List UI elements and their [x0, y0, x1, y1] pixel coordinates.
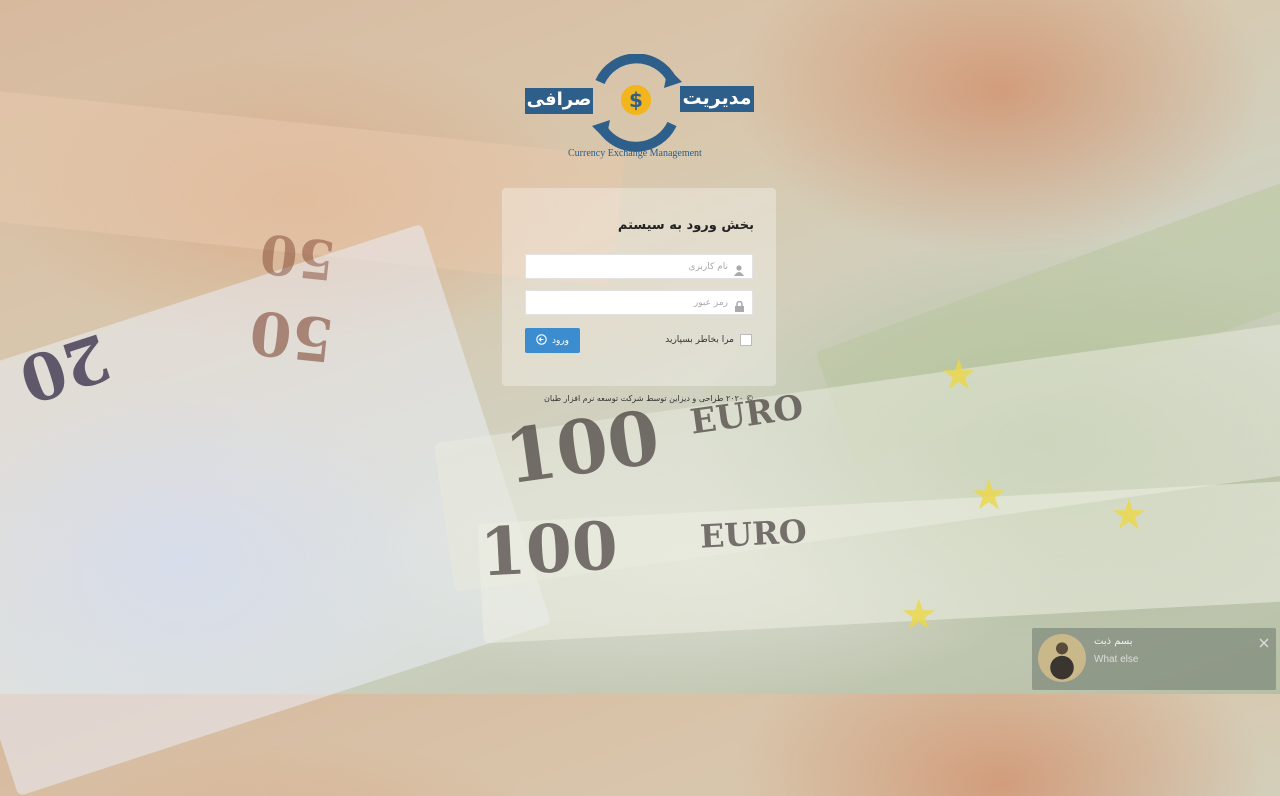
logo-title-primary: مدیریت: [682, 87, 752, 109]
app-logo: $ مدیریت صرافی Currency Exchange Managem…: [522, 53, 758, 164]
notification-message: What else: [1094, 654, 1139, 665]
remember-label: مرا بخاطر بسپارید: [665, 335, 734, 345]
username-input[interactable]: [528, 255, 728, 278]
remember-checkbox[interactable]: [740, 334, 752, 346]
notification-toast[interactable]: بسم ذبت What else: [1032, 628, 1276, 690]
copyright-text: © ۲۰۲۰ طراحی و دیزاین توسط شرکت توسعه نر…: [544, 394, 754, 403]
notification-title: بسم ذبت: [1094, 636, 1133, 647]
password-input[interactable]: [528, 291, 728, 314]
lock-icon: [735, 297, 744, 316]
svg-text:$: $: [629, 88, 643, 112]
logo-subtitle: Currency Exchange Management: [568, 148, 702, 159]
password-field[interactable]: [525, 290, 753, 315]
user-icon: [734, 261, 744, 280]
logo-title-secondary: صرافی: [526, 89, 592, 110]
remember-me[interactable]: مرا بخاطر بسپارید: [665, 334, 752, 346]
username-field[interactable]: [525, 254, 753, 279]
login-panel: بخش ورود به سیستم مرا بخاطر بسپارید ورود: [502, 188, 776, 386]
login-button-label: ورود: [551, 335, 570, 346]
login-title: بخش ورود به سیستم: [617, 218, 754, 233]
close-icon[interactable]: [1258, 634, 1270, 648]
arrow-circle-left-icon: [536, 333, 547, 348]
login-button[interactable]: ورود: [525, 328, 580, 353]
avatar: [1038, 634, 1086, 682]
